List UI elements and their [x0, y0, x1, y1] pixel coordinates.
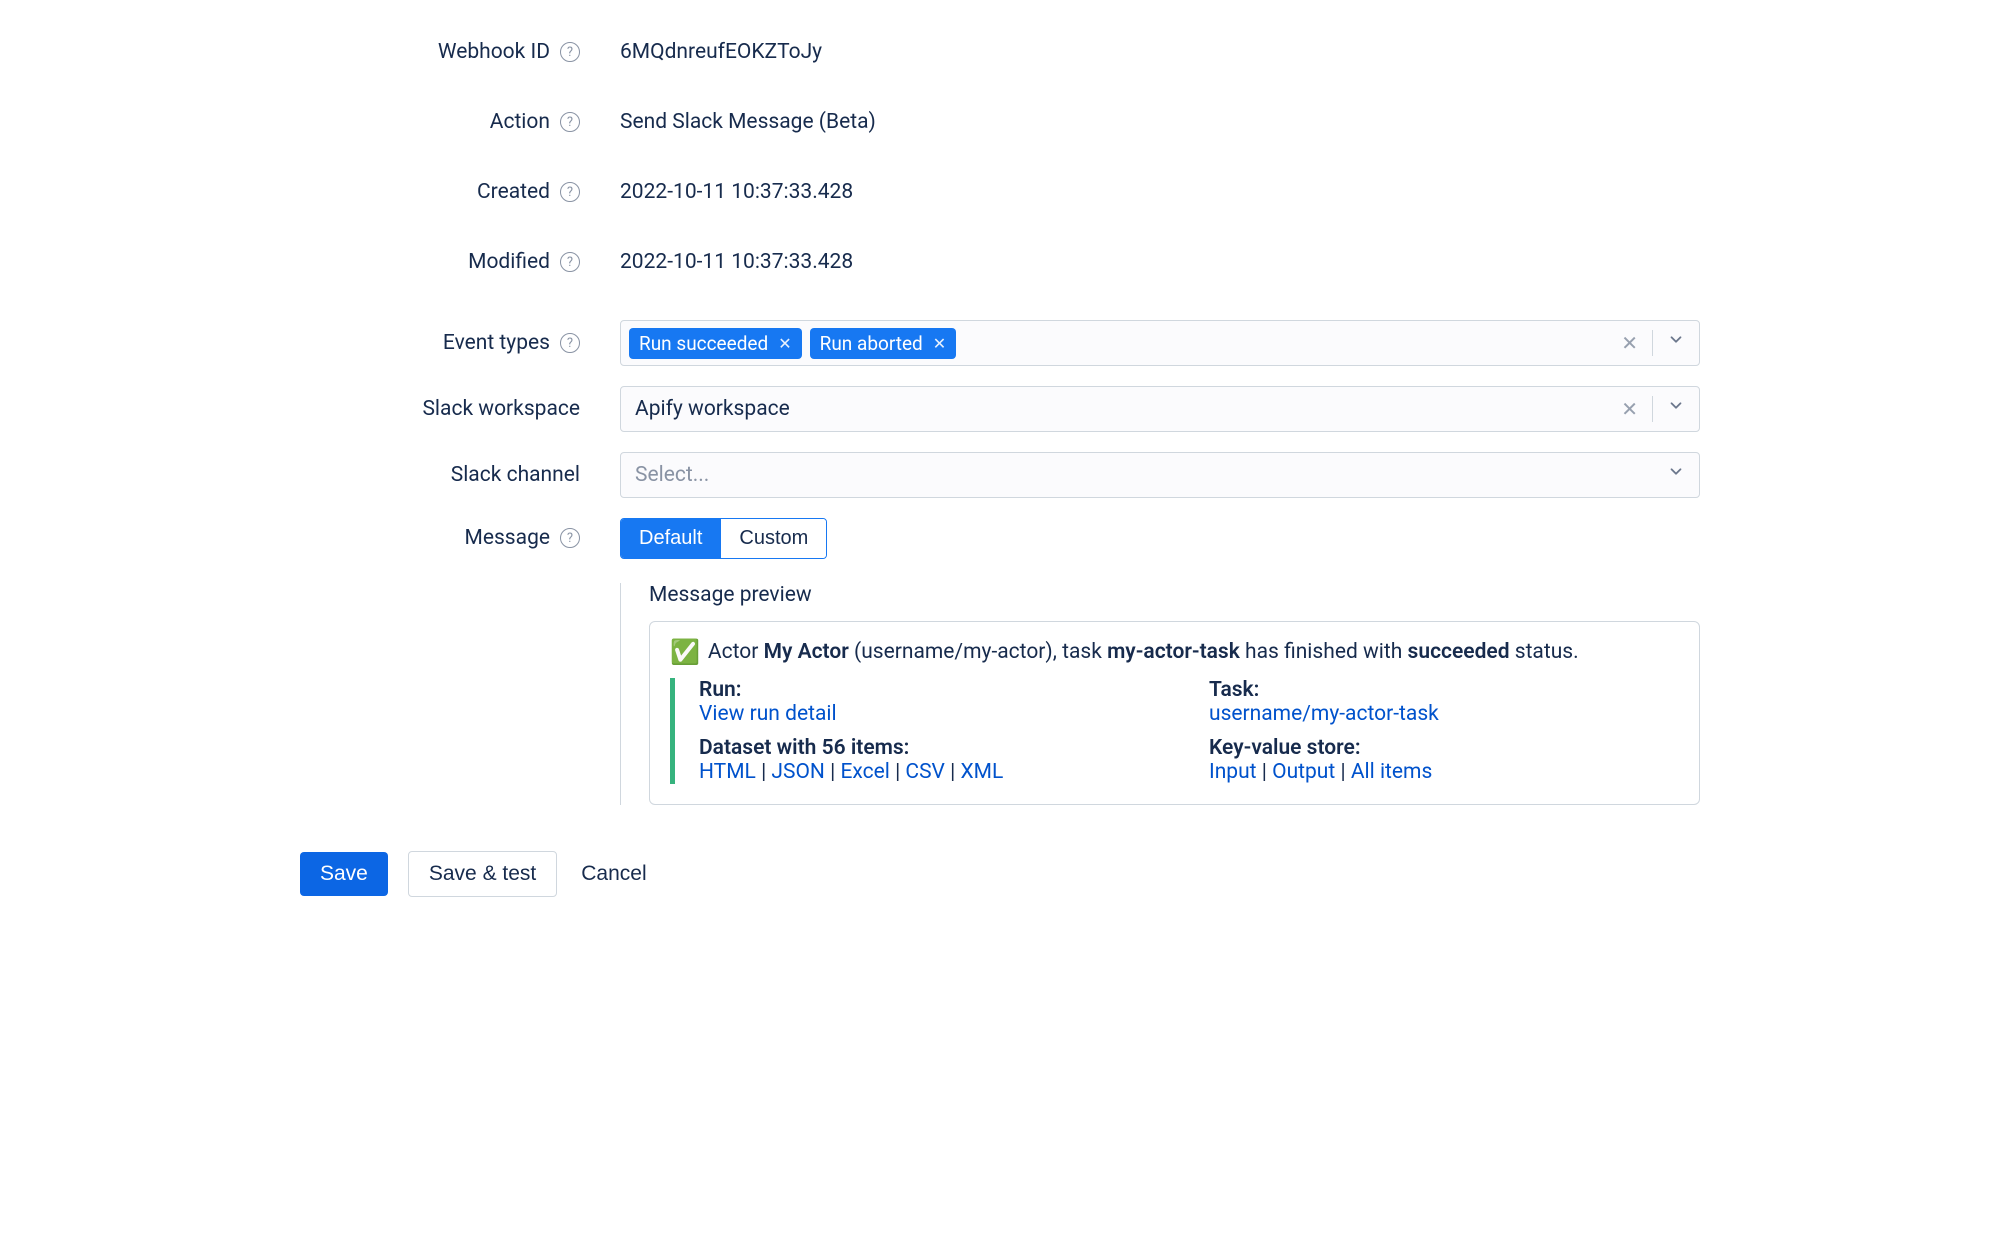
- event-type-tag: Run succeeded ✕: [629, 328, 802, 359]
- help-icon[interactable]: ?: [560, 112, 580, 132]
- label-slack-workspace: Slack workspace: [422, 397, 580, 421]
- chevron-down-icon[interactable]: [1667, 331, 1685, 355]
- webhook-form: Webhook ID ? 6MQdnreufEOKZToJy Action ? …: [300, 40, 1700, 897]
- label-created: Created: [477, 180, 550, 204]
- slack-channel-select[interactable]: Select...: [620, 452, 1700, 498]
- row-slack-workspace: Slack workspace Apify workspace ✕: [300, 386, 1700, 432]
- remove-tag-icon[interactable]: ✕: [778, 334, 791, 353]
- row-created: Created ? 2022-10-11 10:37:33.428: [300, 180, 1700, 204]
- message-preview-title: Message preview: [649, 583, 1700, 607]
- help-icon[interactable]: ?: [560, 182, 580, 202]
- value-modified: 2022-10-11 10:37:33.428: [620, 250, 853, 274]
- label-action: Action: [490, 110, 550, 134]
- chevron-down-icon[interactable]: [1667, 463, 1685, 487]
- check-icon: ✅: [670, 638, 700, 666]
- chevron-down-icon[interactable]: [1667, 397, 1685, 421]
- row-message: Message ? Default Custom Message preview…: [300, 518, 1700, 805]
- label-webhook-id: Webhook ID: [438, 40, 550, 64]
- link-view-run-detail[interactable]: View run detail: [699, 702, 837, 726]
- row-modified: Modified ? 2022-10-11 10:37:33.428: [300, 250, 1700, 274]
- preview-col-left: Run: View run detail Dataset with 56 ite…: [699, 678, 1169, 784]
- clear-icon[interactable]: ✕: [1621, 331, 1638, 355]
- link-kvs-output[interactable]: Output: [1272, 760, 1335, 784]
- divider: [1652, 396, 1653, 422]
- message-mode-toggle: Default Custom: [620, 518, 827, 559]
- row-action: Action ? Send Slack Message (Beta): [300, 110, 1700, 134]
- toggle-custom[interactable]: Custom: [720, 519, 826, 558]
- slack-workspace-select[interactable]: Apify workspace ✕: [620, 386, 1700, 432]
- divider: [1652, 330, 1653, 356]
- message-preview-section: Message preview ✅ Actor My Actor (userna…: [620, 583, 1700, 805]
- value-webhook-id: 6MQdnreufEOKZToJy: [620, 40, 822, 64]
- link-kvs-input[interactable]: Input: [1209, 760, 1257, 784]
- preview-col-right: Task: username/my-actor-task Key-value s…: [1209, 678, 1679, 784]
- link-dataset-json[interactable]: JSON: [771, 760, 824, 784]
- link-kvs-all-items[interactable]: All items: [1351, 760, 1433, 784]
- slack-workspace-value: Apify workspace: [629, 397, 1621, 421]
- label-message: Message: [465, 526, 551, 550]
- link-dataset-xml[interactable]: XML: [961, 760, 1004, 784]
- preview-header: ✅ Actor My Actor (username/my-actor), ta…: [670, 638, 1679, 666]
- label-event-types: Event types: [443, 331, 550, 355]
- row-event-types: Event types ? Run succeeded ✕ Run aborte…: [300, 320, 1700, 366]
- label-modified: Modified: [468, 250, 550, 274]
- remove-tag-icon[interactable]: ✕: [933, 334, 946, 353]
- toggle-default[interactable]: Default: [621, 519, 720, 558]
- link-dataset-excel[interactable]: Excel: [840, 760, 889, 784]
- cancel-button[interactable]: Cancel: [577, 852, 650, 896]
- preview-kvs-label: Key-value store:: [1209, 736, 1679, 760]
- help-icon[interactable]: ?: [560, 252, 580, 272]
- value-action: Send Slack Message (Beta): [620, 110, 876, 134]
- event-type-tag: Run aborted ✕: [810, 328, 957, 359]
- save-button[interactable]: Save: [300, 852, 388, 896]
- value-created: 2022-10-11 10:37:33.428: [620, 180, 853, 204]
- preview-body: Run: View run detail Dataset with 56 ite…: [670, 678, 1679, 784]
- save-and-test-button[interactable]: Save & test: [408, 851, 557, 897]
- link-dataset-html[interactable]: HTML: [699, 760, 756, 784]
- preview-task-label: Task:: [1209, 678, 1679, 702]
- preview-run-label: Run:: [699, 678, 1169, 702]
- footer-actions: Save Save & test Cancel: [300, 851, 1700, 897]
- row-webhook-id: Webhook ID ? 6MQdnreufEOKZToJy: [300, 40, 1700, 64]
- event-types-select[interactable]: Run succeeded ✕ Run aborted ✕ ✕: [620, 320, 1700, 366]
- message-preview-card: ✅ Actor My Actor (username/my-actor), ta…: [649, 621, 1700, 805]
- row-slack-channel: Slack channel Select...: [300, 452, 1700, 498]
- clear-icon[interactable]: ✕: [1621, 397, 1638, 421]
- label-slack-channel: Slack channel: [451, 463, 580, 487]
- help-icon[interactable]: ?: [560, 42, 580, 62]
- link-task[interactable]: username/my-actor-task: [1209, 702, 1439, 726]
- preview-dataset-label: Dataset with 56 items:: [699, 736, 1169, 760]
- slack-channel-placeholder: Select...: [629, 463, 1667, 487]
- link-dataset-csv[interactable]: CSV: [905, 760, 945, 784]
- help-icon[interactable]: ?: [560, 333, 580, 353]
- help-icon[interactable]: ?: [560, 528, 580, 548]
